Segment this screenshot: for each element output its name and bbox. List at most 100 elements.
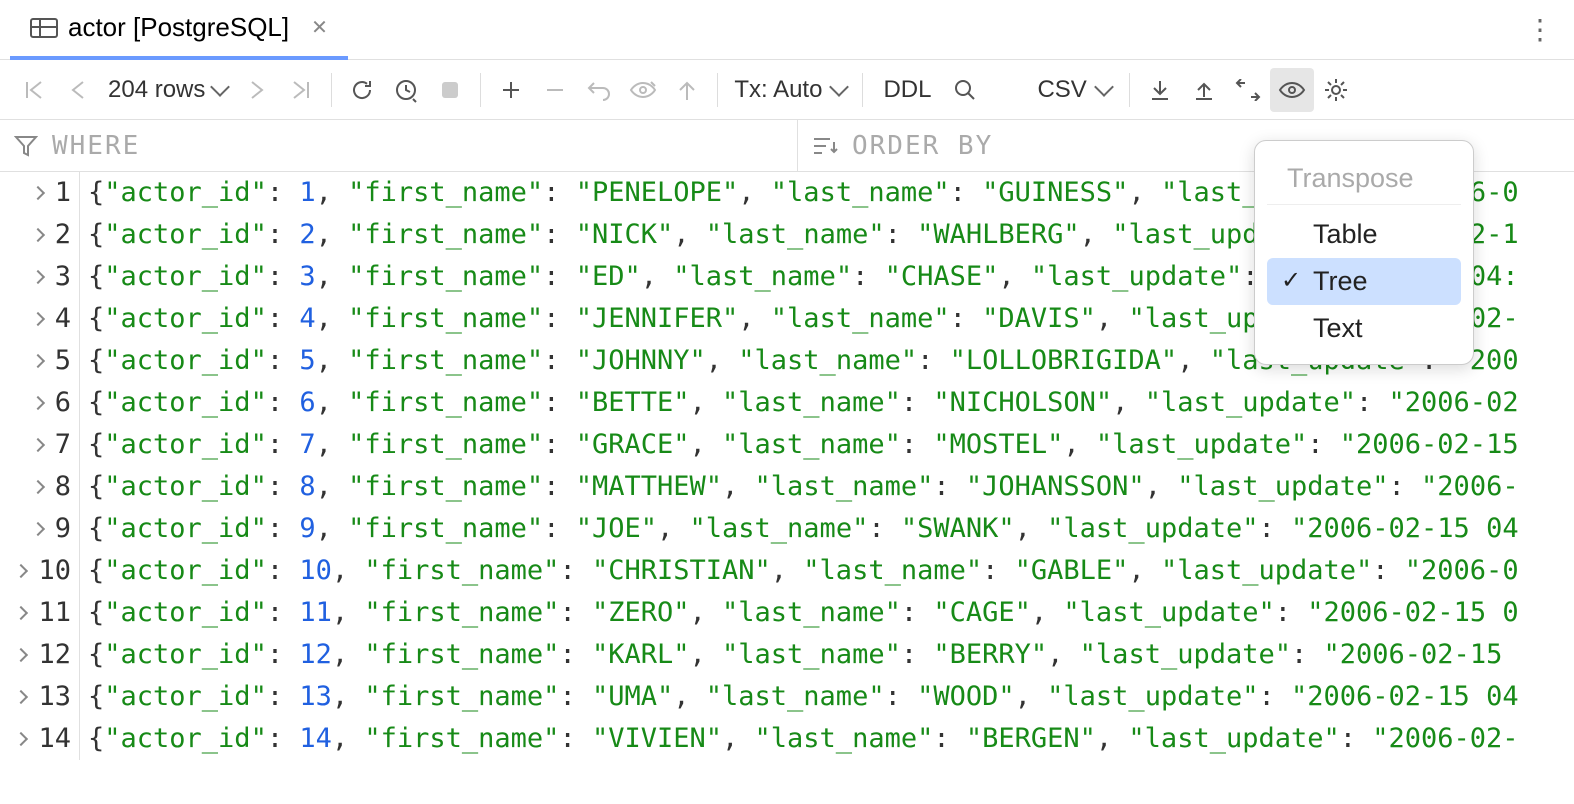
revert-button[interactable] (577, 68, 621, 112)
download-button[interactable] (1138, 68, 1182, 112)
data-row[interactable]: 7{"actor_id": 7, "first_name": "GRACE", … (0, 424, 1574, 466)
row-number: 12 (38, 634, 71, 676)
settings-button[interactable] (1314, 68, 1358, 112)
view-mode-popup: Transpose TableTreeText (1254, 140, 1474, 365)
expand-icon[interactable] (14, 606, 28, 620)
row-json: {"actor_id": 11, "first_name": "ZERO", "… (80, 592, 1519, 634)
where-filter[interactable]: WHERE (0, 120, 798, 171)
row-gutter[interactable]: 13 (0, 676, 80, 718)
more-icon[interactable]: ⋮ (1516, 13, 1564, 46)
expand-icon[interactable] (31, 522, 45, 536)
row-gutter[interactable]: 11 (0, 592, 80, 634)
row-number: 7 (55, 424, 71, 466)
preview-button[interactable] (621, 68, 665, 112)
history-button[interactable] (384, 68, 428, 112)
row-number: 3 (55, 256, 71, 298)
row-gutter[interactable]: 5 (0, 340, 80, 382)
row-number: 5 (55, 340, 71, 382)
row-json: {"actor_id": 6, "first_name": "BETTE", "… (80, 382, 1519, 424)
data-row[interactable]: 9{"actor_id": 9, "first_name": "JOE", "l… (0, 508, 1574, 550)
row-number: 8 (55, 466, 71, 508)
popup-item-table[interactable]: Table (1267, 211, 1461, 258)
expand-icon[interactable] (31, 312, 45, 326)
row-gutter[interactable]: 8 (0, 466, 80, 508)
popup-item-tree[interactable]: Tree (1267, 258, 1461, 305)
expand-icon[interactable] (31, 228, 45, 242)
row-json: {"actor_id": 7, "first_name": "GRACE", "… (80, 424, 1519, 466)
data-row[interactable]: 13{"actor_id": 13, "first_name": "UMA", … (0, 676, 1574, 718)
prev-page-button[interactable] (56, 68, 100, 112)
expand-icon[interactable] (31, 270, 45, 284)
data-row[interactable]: 8{"actor_id": 8, "first_name": "MATTHEW"… (0, 466, 1574, 508)
tab-actor[interactable]: actor [PostgreSQL] ✕ (10, 0, 348, 60)
tab-bar: actor [PostgreSQL] ✕ ⋮ (0, 0, 1574, 60)
row-number: 14 (38, 718, 71, 760)
search-button[interactable] (943, 68, 987, 112)
expand-icon[interactable] (31, 480, 45, 494)
row-json: {"actor_id": 12, "first_name": "KARL", "… (80, 634, 1502, 676)
row-gutter[interactable]: 12 (0, 634, 80, 676)
filter-icon (14, 135, 38, 157)
refresh-button[interactable] (340, 68, 384, 112)
row-json: {"actor_id": 14, "first_name": "VIVIEN",… (80, 718, 1519, 760)
expand-icon[interactable] (14, 732, 28, 746)
remove-row-button[interactable] (533, 68, 577, 112)
compare-button[interactable] (1226, 68, 1270, 112)
first-page-button[interactable] (12, 68, 56, 112)
popup-item-text[interactable]: Text (1267, 305, 1461, 352)
expand-icon[interactable] (31, 396, 45, 410)
expand-icon[interactable] (31, 186, 45, 200)
submit-button[interactable] (665, 68, 709, 112)
next-page-button[interactable] (235, 68, 279, 112)
data-row[interactable]: 14{"actor_id": 14, "first_name": "VIVIEN… (0, 718, 1574, 760)
chevron-down-icon (830, 77, 850, 97)
expand-icon[interactable] (14, 648, 28, 662)
row-number: 10 (38, 550, 71, 592)
close-icon[interactable]: ✕ (311, 15, 328, 40)
sort-icon (812, 136, 838, 156)
upload-button[interactable] (1182, 68, 1226, 112)
tx-mode-button[interactable]: Tx: Auto (726, 76, 854, 104)
row-gutter[interactable]: 7 (0, 424, 80, 466)
row-number: 6 (55, 382, 71, 424)
row-json: {"actor_id": 10, "first_name": "CHRISTIA… (80, 550, 1519, 592)
row-number: 9 (55, 508, 71, 550)
popup-header: Transpose (1267, 153, 1461, 205)
row-gutter[interactable]: 6 (0, 382, 80, 424)
data-row[interactable]: 6{"actor_id": 6, "first_name": "BETTE", … (0, 382, 1574, 424)
row-gutter[interactable]: 2 (0, 214, 80, 256)
ddl-button[interactable]: DDL (871, 76, 943, 104)
last-page-button[interactable] (279, 68, 323, 112)
chevron-down-icon (210, 77, 230, 97)
toolbar: 204 rows Tx: Auto DDL CSV (0, 60, 1574, 120)
expand-icon[interactable] (31, 354, 45, 368)
data-row[interactable]: 11{"actor_id": 11, "first_name": "ZERO",… (0, 592, 1574, 634)
row-json: {"actor_id": 13, "first_name": "UMA", "l… (80, 676, 1519, 718)
view-mode-button[interactable] (1270, 68, 1314, 112)
row-gutter[interactable]: 9 (0, 508, 80, 550)
row-gutter[interactable]: 14 (0, 718, 80, 760)
expand-icon[interactable] (31, 438, 45, 452)
table-icon (30, 18, 58, 38)
row-number: 2 (55, 214, 71, 256)
row-gutter[interactable]: 1 (0, 172, 80, 214)
row-json: {"actor_id": 8, "first_name": "MATTHEW",… (80, 466, 1519, 508)
expand-icon[interactable] (14, 690, 28, 704)
row-number: 1 (55, 172, 71, 214)
row-number: 11 (38, 592, 71, 634)
export-format-button[interactable]: CSV (1027, 76, 1120, 104)
row-gutter[interactable]: 10 (0, 550, 80, 592)
add-row-button[interactable] (489, 68, 533, 112)
stop-button[interactable] (428, 68, 472, 112)
expand-icon[interactable] (14, 564, 28, 578)
row-gutter[interactable]: 4 (0, 298, 80, 340)
data-row[interactable]: 10{"actor_id": 10, "first_name": "CHRIST… (0, 550, 1574, 592)
row-number: 13 (38, 676, 71, 718)
row-json: {"actor_id": 9, "first_name": "JOE", "la… (80, 508, 1519, 550)
row-number: 4 (55, 298, 71, 340)
row-gutter[interactable]: 3 (0, 256, 80, 298)
data-row[interactable]: 12{"actor_id": 12, "first_name": "KARL",… (0, 634, 1574, 676)
chevron-down-icon (1094, 77, 1114, 97)
rows-count[interactable]: 204 rows (100, 76, 235, 104)
tab-title: actor [PostgreSQL] (68, 12, 289, 43)
